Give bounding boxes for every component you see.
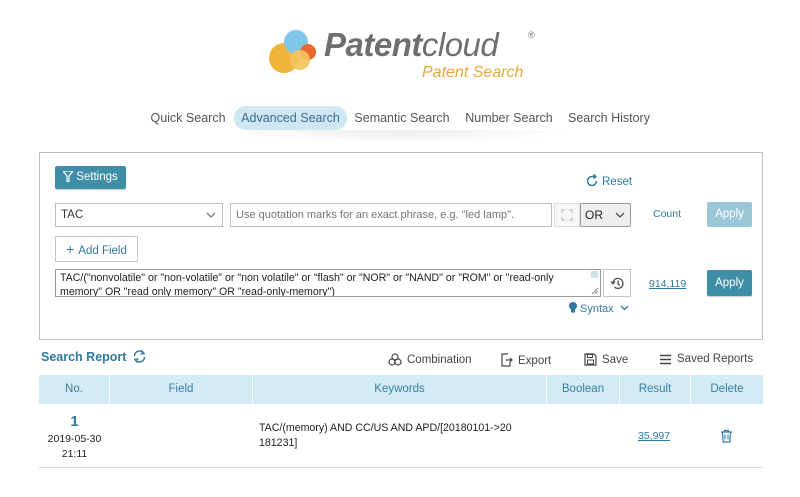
logo-registered-mark: ® (528, 30, 535, 40)
export-icon (501, 353, 513, 367)
report-number-link[interactable]: 1 (39, 413, 110, 430)
expand-icon[interactable] (554, 203, 580, 227)
field-select-value: TAC (61, 209, 84, 221)
operator-select-value: OR (585, 208, 603, 222)
report-time: 21:11 (61, 448, 88, 460)
field-select[interactable]: TAC (55, 203, 223, 227)
textarea-resize-handle[interactable] (589, 270, 600, 296)
search-type-tabs: Quick Search Advanced Search Semantic Se… (0, 106, 800, 130)
chevron-down-icon (615, 204, 625, 233)
tab-shadow (232, 130, 572, 144)
cloud-logo-icon (269, 30, 316, 73)
syntax-label: Syntax (580, 303, 614, 315)
report-date: 2019-05-30 (47, 433, 102, 445)
reset-button[interactable]: Reset (585, 173, 633, 188)
lightbulb-icon (569, 302, 577, 313)
history-button[interactable] (603, 269, 631, 297)
settings-label: Settings (76, 171, 118, 183)
logo-title: Patentcloud (324, 26, 499, 63)
save-label: Save (602, 354, 629, 366)
advanced-search-panel: Settings Reset TAC OR Count Apply +Add F… (39, 152, 763, 340)
column-header-boolean: Boolean (547, 375, 620, 404)
column-header-no: No. (39, 375, 110, 404)
refresh-icon[interactable] (132, 349, 147, 364)
column-header-result: Result (620, 375, 691, 404)
report-result-link[interactable]: 35,997 (638, 430, 670, 442)
tab-number-search[interactable]: Number Search (462, 106, 556, 130)
reset-icon (586, 173, 598, 187)
settings-button[interactable]: Settings (55, 166, 126, 189)
logo-subtitle: Patent Search (422, 64, 524, 81)
report-table-header: No. Field Keywords Boolean Result Delete (39, 375, 763, 404)
query-result-count[interactable]: 914,119 (649, 278, 686, 290)
export-button[interactable]: Export (500, 353, 551, 367)
chevron-down-icon (206, 204, 216, 234)
report-keywords: TAC/(memory) AND CC/US AND APD/[20180101… (259, 422, 512, 449)
keyword-input[interactable] (230, 203, 552, 227)
combination-icon (388, 353, 402, 366)
search-report-title: Search Report (41, 350, 127, 364)
filter-icon (61, 170, 75, 183)
save-icon (584, 353, 597, 366)
operator-select[interactable]: OR (580, 203, 631, 227)
column-header-field: Field (110, 375, 253, 404)
table-row: 1 2019-05-30 21:11 TAC/(memory) AND CC/U… (39, 404, 763, 468)
patentcloud-logo: Patentcloud ® Patent Search (266, 22, 546, 84)
combination-button[interactable]: Combination (388, 353, 472, 366)
tab-semantic-search[interactable]: Semantic Search (352, 106, 452, 130)
save-button[interactable]: Save (584, 353, 628, 366)
saved-reports-button[interactable]: Saved Reports (659, 353, 753, 365)
list-icon (660, 354, 671, 365)
plus-icon: + (66, 241, 75, 257)
trash-icon[interactable] (720, 429, 733, 443)
combination-label: Combination (407, 354, 472, 366)
count-link[interactable]: Count (653, 208, 681, 220)
chevron-down-icon (620, 305, 629, 311)
export-label: Export (518, 355, 552, 367)
add-field-button[interactable]: + Add Field (55, 236, 138, 262)
tab-advanced-search[interactable]: Advanced Search (234, 106, 347, 130)
column-header-delete: Delete (710, 383, 744, 395)
add-field-label: Add Field (78, 245, 127, 257)
apply-field-button[interactable]: Apply (707, 202, 752, 227)
tab-quick-search[interactable]: Quick Search (146, 106, 230, 130)
tab-search-history[interactable]: Search History (566, 106, 652, 130)
query-textarea[interactable]: TAC/("nonvolatile" or "non-volatile" or … (55, 269, 601, 297)
saved-reports-label: Saved Reports (677, 353, 754, 365)
history-icon (609, 277, 624, 290)
syntax-dropdown[interactable]: Syntax (568, 301, 631, 315)
apply-query-button[interactable]: Apply (707, 270, 752, 296)
column-header-keywords: Keywords (253, 375, 547, 404)
reset-label: Reset (602, 176, 633, 188)
